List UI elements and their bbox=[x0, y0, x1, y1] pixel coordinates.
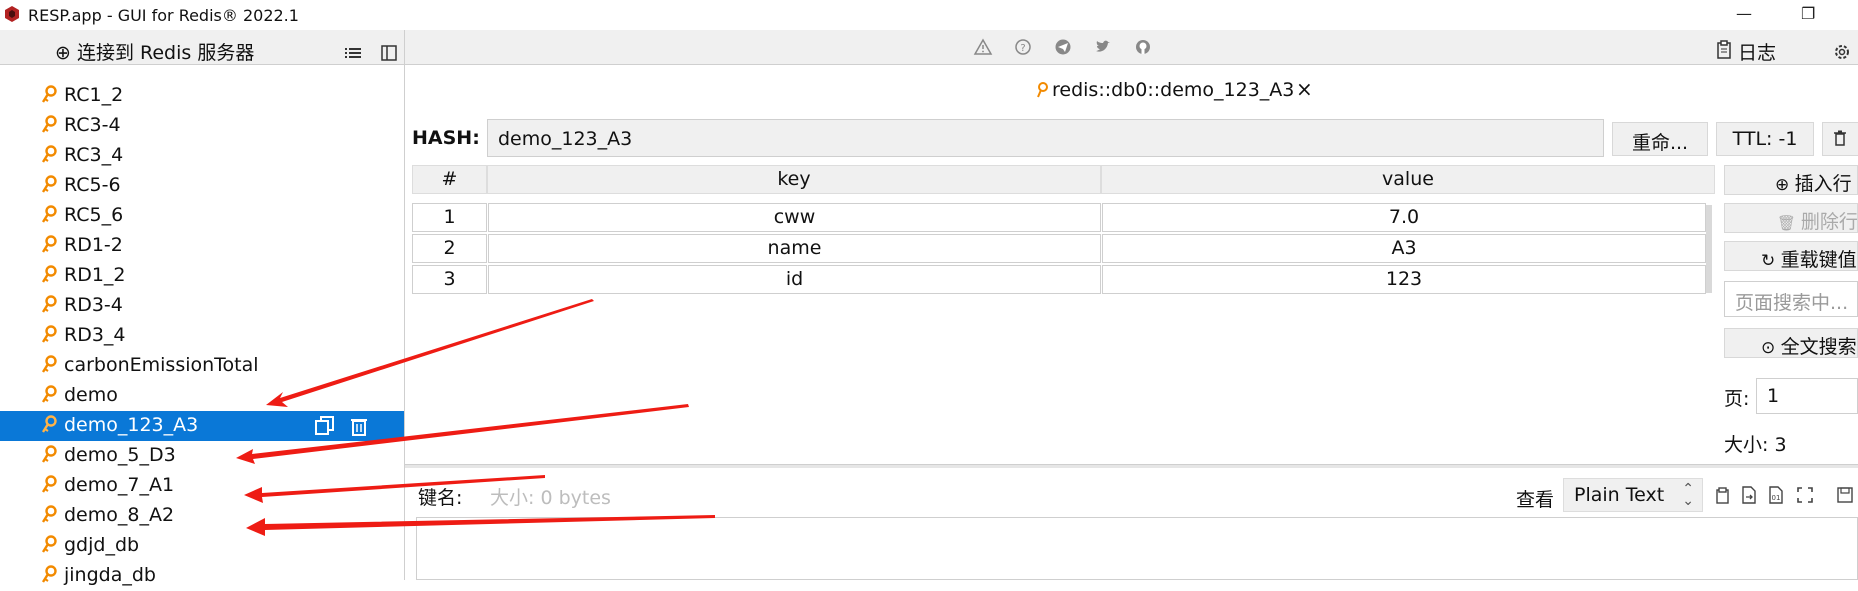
annotation-arrows bbox=[236, 299, 715, 536]
annotation-arrow bbox=[266, 299, 594, 407]
annotation-arrow bbox=[246, 515, 715, 536]
annotation-arrow bbox=[236, 404, 689, 464]
annotation-arrow bbox=[244, 475, 545, 503]
